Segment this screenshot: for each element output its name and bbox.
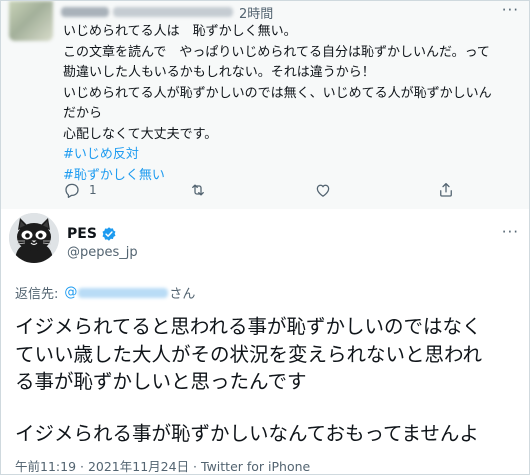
retweet-button[interactable] (189, 177, 207, 203)
main-text-line: イジメられてると思われる事が恥ずかしいのではなく (15, 315, 482, 338)
parent-text-line: いじめられてる人は 恥ずかしく無い。 (63, 24, 297, 39)
parent-author-handle-blurred[interactable] (113, 7, 233, 17)
parent-author-name-blurred[interactable] (61, 7, 109, 17)
parent-text-line: だから (63, 106, 103, 121)
parent-tweet-actions: 1 (63, 177, 483, 203)
parent-avatar-blurred[interactable] (9, 1, 53, 41)
tweet-metadata: 午前11:19 · 2021年11月24日 · Twitter for iPho… (15, 456, 310, 474)
share-button[interactable] (437, 177, 455, 203)
replying-to-at[interactable]: @ (64, 285, 77, 300)
hashtag-link[interactable]: #いじめ反対 (63, 145, 523, 166)
parent-tweet-time[interactable]: 2時間 (239, 3, 273, 22)
author-avatar[interactable] (9, 213, 59, 263)
parent-text-line: この文章を読んで やっぱりいじめられてる自分は恥ずかしいんだ。って (63, 44, 490, 60)
verified-badge-icon (102, 227, 116, 241)
replying-to-label: 返信先: (15, 287, 59, 302)
main-text-line: る事が恥ずかしいと思ったんです (15, 370, 307, 393)
replying-to-suffix: さん (169, 287, 196, 302)
parent-tweet-header: 2時間 (61, 3, 273, 22)
like-icon (316, 184, 330, 197)
share-icon (440, 182, 452, 197)
tweet-screenshot: 2時間 ··· いじめられてる人は 恥ずかしく無い。 この文章を読んで やっぱり… (0, 0, 530, 475)
replying-to: 返信先: @ さん (15, 283, 195, 302)
reply-icon (65, 183, 79, 198)
author-handle[interactable]: @pepes_jp (67, 245, 138, 260)
author-name-text: PES (67, 226, 97, 242)
parent-tweet[interactable]: 2時間 ··· いじめられてる人は 恥ずかしく無い。 この文章を読んで やっぱり… (1, 1, 529, 209)
parent-tweet-text: いじめられてる人は 恥ずかしく無い。 この文章を読んで やっぱりいじめられてる自… (63, 22, 523, 186)
more-options-icon[interactable]: ··· (502, 1, 519, 19)
retweet-icon (192, 184, 204, 196)
tweet-timestamp[interactable]: 午前11:19 · 2021年11月24日 · (15, 459, 197, 474)
replying-to-handle-blurred[interactable] (78, 287, 169, 298)
author-display-name[interactable]: PES (67, 226, 117, 242)
main-text-line: ていい歳した大人がその状況を変えられないと思われ (15, 342, 483, 366)
tweet-source[interactable]: Twitter for iPhone (201, 459, 310, 474)
parent-text-line: 心配しなくて大丈夫です。 (63, 126, 218, 142)
like-button[interactable] (314, 177, 332, 203)
main-text-line: イジメられる事が恥ずかしいなんておもってませんよ (15, 421, 479, 445)
reply-button[interactable]: 1 (63, 177, 97, 203)
more-options-icon[interactable]: ··· (502, 223, 519, 241)
cat-avatar-image (9, 213, 59, 263)
parent-text-line: 勘違いした人もいるかもしれない。それは違うから！ (63, 65, 375, 80)
reply-count: 1 (89, 183, 97, 197)
parent-text-line: いじめられてる人が恥ずかしいのでは無く、いじめてる人が恥ずかしいん (63, 85, 492, 101)
main-tweet-text: イジメられてると思われる事が恥ずかしいのではなく ていい歳した大人がその状況を変… (15, 313, 520, 447)
main-tweet-author: PES @pepes_jp ··· (1, 213, 529, 269)
